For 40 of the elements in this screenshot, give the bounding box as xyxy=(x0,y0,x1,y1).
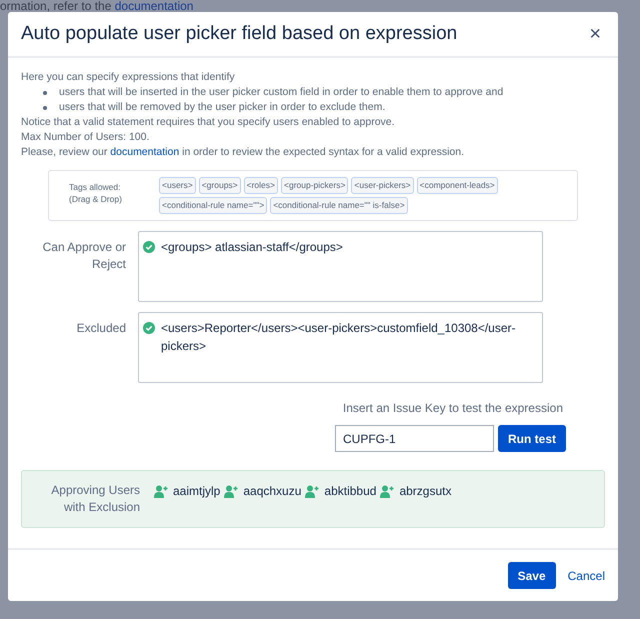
info-text: Notice that a valid statement requires that you specify users enabled to approve. xyxy=(21,115,396,130)
intro-text: Here you can specify expressions that identify xyxy=(21,70,236,85)
test-hint: Insert an Issue Key to test the expression xyxy=(342,400,563,417)
tag-chip[interactable]: <conditional-rule name=""> xyxy=(159,197,268,214)
bullet-text: users that will be removed by the user picker in order to exclude them. xyxy=(59,100,386,115)
documentation-link[interactable]: documentation xyxy=(110,146,180,158)
tag-chip[interactable]: <group-pickers> xyxy=(281,177,348,194)
expression-field[interactable]: <groups> atlassian-staff</groups> xyxy=(138,231,543,302)
documentation-text: Please, review our documentation in order to review the expected syntax for a valid expression. xyxy=(21,145,465,160)
user-add-icon xyxy=(305,484,320,498)
save-button[interactable]: Save xyxy=(508,562,556,589)
result-label: Approving Users with Exclusion xyxy=(50,482,140,516)
close-button[interactable]: × xyxy=(585,19,605,49)
user-add-icon xyxy=(224,484,238,498)
tag-chip[interactable]: <conditional-rule name="" is-false> xyxy=(270,197,408,214)
info-text: Max Number of Users: 100. xyxy=(21,130,150,145)
user-add-icon xyxy=(380,484,394,498)
background-text: ormation, refer to the documentation xyxy=(0,0,194,13)
user-name: aaqchxuzu xyxy=(243,483,302,500)
tag-chip[interactable]: <users> xyxy=(159,177,196,194)
tag-chip[interactable]: <groups> xyxy=(198,177,241,194)
tag-chip[interactable]: <roles> xyxy=(244,177,278,194)
tags-label: Tags allowed: xyxy=(69,181,122,193)
tag-chip[interactable]: <user-pickers> xyxy=(351,177,414,194)
user-name: abktibbud xyxy=(324,483,376,500)
bullet-text: users that will be inserted in the user picker custom field in order to enable them to approve and xyxy=(59,85,504,100)
cancel-link[interactable]: Cancel xyxy=(568,566,605,584)
tags-label: (Drag & Drop) xyxy=(69,193,123,205)
user-add-icon xyxy=(154,484,168,498)
issue-key-field[interactable]: CUPFG-1 xyxy=(335,425,494,452)
field-label: Can Approve or Reject xyxy=(42,239,127,273)
expression-text: <users>Reporter</users><user-pickers>customfield_10308</user-pickers> xyxy=(161,320,517,355)
user-name: aaimtjylp xyxy=(173,483,220,500)
field-label: Excluded xyxy=(76,320,127,337)
run-test-button[interactable]: Run test xyxy=(498,425,566,452)
expression-text: <groups> atlassian-staff</groups> xyxy=(161,239,343,256)
dialog-title: Auto populate user picker field based on expression xyxy=(21,22,458,46)
user-name: abrzgsutx xyxy=(399,483,452,500)
expression-field[interactable]: <users>Reporter</users><user-pickers>customfield_10308</user-pickers> xyxy=(138,312,543,383)
tag-chip[interactable]: <component-leads> xyxy=(416,177,498,194)
